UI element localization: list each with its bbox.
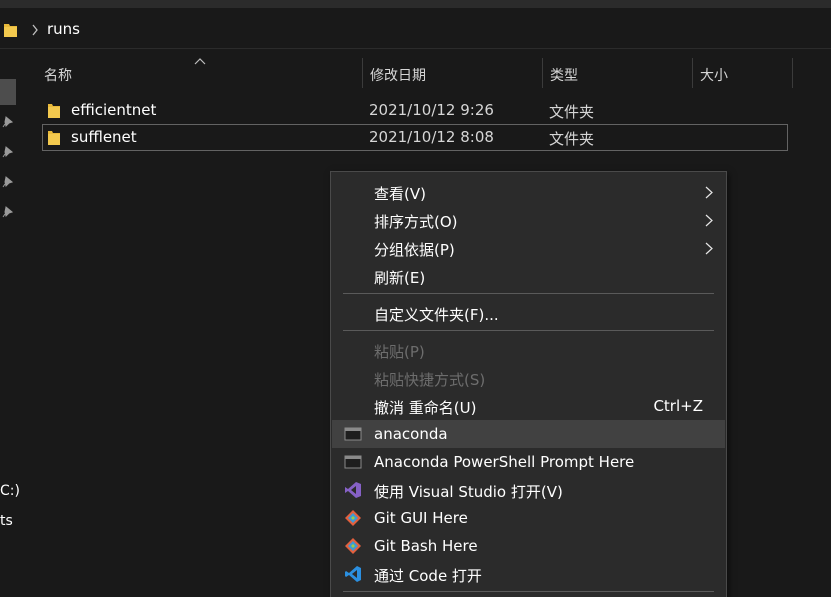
column-name[interactable]: 名称: [44, 58, 72, 88]
terminal-icon: [344, 455, 362, 469]
file-type: 文件夹: [549, 103, 595, 121]
folder-icon: [4, 24, 17, 37]
menu-separator: [343, 330, 714, 331]
menu-item-label: 粘贴(P): [374, 343, 425, 361]
file-type: 文件夹: [549, 130, 595, 148]
column-divider[interactable]: [792, 58, 793, 88]
chevron-right-icon: [705, 242, 713, 255]
menu-item-sort-by[interactable]: 排序方式(O): [332, 206, 725, 234]
file-modified: 2021/10/12 8:08: [369, 128, 494, 146]
menu-item-label: anaconda: [374, 425, 448, 443]
column-divider[interactable]: [692, 58, 693, 88]
navigation-pane[interactable]: C:) ts: [0, 49, 20, 597]
menu-item-customize-folder[interactable]: 自定义文件夹(F)...: [332, 299, 725, 327]
file-row[interactable]: efficientnet 2021/10/12 9:26 文件夹: [42, 97, 788, 124]
menu-item-git-bash[interactable]: Git Bash Here: [332, 532, 725, 560]
menu-item-label: 自定义文件夹(F)...: [374, 306, 499, 324]
nav-drive-label[interactable]: C:): [0, 483, 20, 499]
visual-studio-icon: [345, 482, 361, 498]
pin-icon: [2, 116, 13, 128]
column-size[interactable]: 大小: [700, 58, 728, 88]
menu-item-label: 通过 Code 打开: [374, 567, 482, 585]
menu-separator: [343, 293, 714, 294]
file-modified: 2021/10/12 9:26: [369, 101, 494, 119]
menu-item-view[interactable]: 查看(V): [332, 178, 725, 206]
folder-icon: [48, 104, 60, 118]
menu-item-refresh[interactable]: 刷新(E): [332, 262, 725, 290]
menu-item-anaconda-powershell[interactable]: Anaconda PowerShell Prompt Here: [332, 448, 725, 476]
menu-item-group-by[interactable]: 分组依据(P): [332, 234, 725, 262]
column-modified[interactable]: 修改日期: [370, 58, 426, 88]
menu-item-anaconda[interactable]: anaconda: [332, 420, 725, 448]
breadcrumb-runs[interactable]: runs: [47, 20, 80, 38]
menu-item-git-gui[interactable]: Git GUI Here: [332, 504, 725, 532]
folder-icon: [48, 131, 60, 145]
nav-item-label[interactable]: ts: [0, 513, 13, 529]
menu-item-label: 撤消 重命名(U): [374, 399, 477, 417]
menu-item-open-code[interactable]: 通过 Code 打开: [332, 560, 725, 588]
context-menu: 查看(V) 排序方式(O) 分组依据(P) 刷新(E) 自定义文件夹(F)...…: [330, 171, 727, 597]
menu-item-label: 粘贴快捷方式(S): [374, 371, 486, 389]
chevron-right-icon: [705, 186, 713, 199]
menu-item-label: 排序方式(O): [374, 213, 458, 231]
chevron-right-icon: [705, 214, 713, 227]
menu-item-shortcut: Ctrl+Z: [653, 397, 703, 415]
pin-icon: [2, 146, 13, 158]
pin-icon: [2, 206, 13, 218]
vscode-icon: [345, 566, 361, 582]
menu-item-label: 刷新(E): [374, 269, 426, 287]
file-name[interactable]: sufflenet: [71, 128, 137, 146]
menu-item-label: 使用 Visual Studio 打开(V): [374, 483, 563, 501]
menu-item-label: 查看(V): [374, 185, 426, 203]
address-bar[interactable]: runs: [0, 8, 831, 49]
pin-icon: [2, 176, 13, 188]
sort-ascending-icon: [194, 58, 206, 65]
chevron-right-icon[interactable]: [31, 24, 39, 36]
menu-separator: [343, 591, 714, 592]
menu-item-open-visual-studio[interactable]: 使用 Visual Studio 打开(V): [332, 476, 725, 504]
menu-item-label: Git GUI Here: [374, 509, 468, 527]
menu-item-label: Anaconda PowerShell Prompt Here: [374, 453, 635, 471]
git-icon: [345, 510, 361, 526]
file-row-selected[interactable]: sufflenet 2021/10/12 8:08 文件夹: [42, 124, 788, 151]
column-divider[interactable]: [542, 58, 543, 88]
terminal-icon: [344, 427, 362, 441]
column-header: 名称 修改日期 类型 大小: [32, 58, 794, 88]
menu-item-paste-shortcut: 粘贴快捷方式(S): [332, 364, 725, 392]
title-strip: [0, 0, 831, 8]
column-divider[interactable]: [362, 58, 363, 88]
file-name[interactable]: efficientnet: [71, 101, 156, 119]
menu-item-paste: 粘贴(P): [332, 336, 725, 364]
git-icon: [345, 538, 361, 554]
nav-selected-item[interactable]: [0, 79, 16, 105]
column-type[interactable]: 类型: [550, 58, 578, 88]
menu-item-undo-rename[interactable]: 撤消 重命名(U) Ctrl+Z: [332, 392, 725, 420]
menu-item-label: 分组依据(P): [374, 241, 455, 259]
menu-item-label: Git Bash Here: [374, 537, 478, 555]
